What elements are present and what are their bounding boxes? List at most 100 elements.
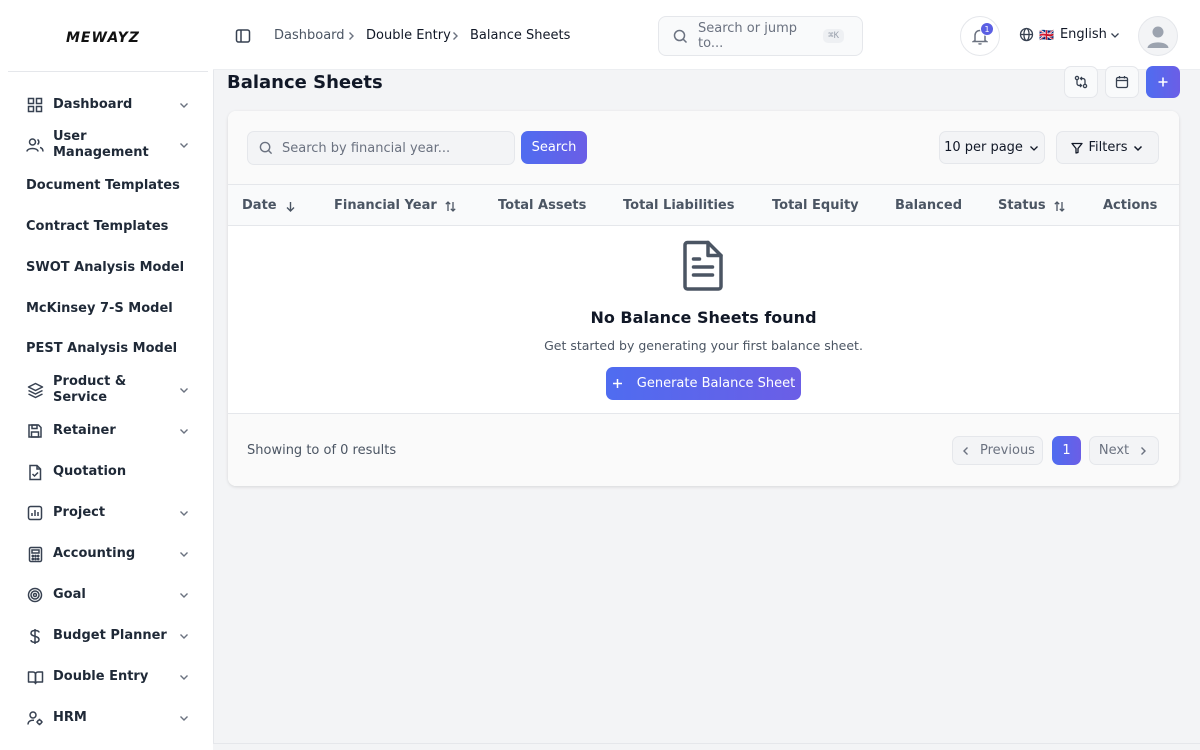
chevron-down-icon bbox=[178, 384, 190, 396]
add-balance-sheet-button[interactable] bbox=[1146, 66, 1180, 98]
sidebar-item-swot-analysis-model[interactable]: SWOT Analysis Model bbox=[26, 260, 190, 276]
sidebar-item-label: Contract Templates bbox=[26, 219, 169, 234]
target-icon bbox=[26, 586, 44, 604]
sidebar-item-goal[interactable]: Goal bbox=[26, 586, 190, 604]
chevron-right-icon bbox=[346, 30, 356, 42]
chevron-left-icon bbox=[960, 445, 972, 457]
compare-button[interactable] bbox=[1064, 66, 1098, 98]
previous-label: Previous bbox=[980, 443, 1035, 458]
sidebar-item-budget-planner[interactable]: Budget Planner bbox=[26, 627, 190, 645]
sidebar-item-label: Goal bbox=[53, 587, 86, 602]
document-icon bbox=[681, 240, 725, 292]
sidebar-item-pest-analysis-model[interactable]: PEST Analysis Model bbox=[26, 341, 190, 357]
filter-icon bbox=[1070, 142, 1083, 154]
file-check-icon bbox=[26, 463, 44, 481]
per-page-select[interactable]: 10 per page bbox=[939, 131, 1045, 164]
language-selector[interactable]: 🇬🇧 English bbox=[1019, 27, 1121, 42]
sidebar-item-label: HRM bbox=[53, 710, 87, 725]
filters-label: Filters bbox=[1088, 140, 1128, 155]
sidebar-item-quotation[interactable]: Quotation bbox=[26, 463, 190, 481]
generate-balance-sheet-label: Generate Balance Sheet bbox=[636, 376, 796, 391]
sidebar-item-product-service[interactable]: Product & Service bbox=[26, 374, 190, 406]
breadcrumb-item-current: Balance Sheets bbox=[470, 28, 571, 43]
sidebar-item-accounting[interactable]: Accounting bbox=[26, 545, 190, 563]
sidebar-item-label: Dashboard bbox=[53, 97, 133, 112]
sidebar-item-project[interactable]: Project bbox=[26, 504, 190, 522]
chevron-right-icon bbox=[1137, 445, 1149, 457]
chevron-down-icon bbox=[178, 671, 190, 683]
save-icon bbox=[26, 422, 44, 440]
column-header-label: Total Liabilities bbox=[623, 198, 735, 213]
global-search[interactable]: Search or jump to... ⌘K bbox=[658, 16, 863, 56]
chevron-down-icon bbox=[1028, 142, 1040, 154]
grid-icon bbox=[26, 96, 44, 114]
sidebar-item-dashboard[interactable]: Dashboard bbox=[26, 96, 190, 114]
column-header-balanced: Balanced bbox=[895, 198, 962, 214]
sidebar-item-label: Project bbox=[53, 505, 106, 520]
sort-icon bbox=[444, 200, 457, 213]
shortcut-hint: ⌘K bbox=[823, 29, 844, 43]
column-header-financial-year[interactable]: Financial Year bbox=[334, 198, 457, 214]
sidebar-item-contract-templates[interactable]: Contract Templates bbox=[26, 219, 190, 235]
sidebar-item-double-entry[interactable]: Double Entry bbox=[26, 668, 190, 686]
language-label: English bbox=[1059, 27, 1107, 42]
table-header: Date Financial Year Total Assets Total L… bbox=[228, 185, 1179, 226]
topbar: Dashboard Double Entry Balance Sheets Se… bbox=[213, 0, 1200, 70]
empty-state-title: No Balance Sheets found bbox=[590, 308, 817, 327]
column-header-status[interactable]: Status bbox=[998, 198, 1066, 214]
search-button[interactable]: Search bbox=[521, 131, 587, 164]
breadcrumb-item-double-entry[interactable]: Double Entry bbox=[366, 28, 451, 44]
card-toolbar: Search 10 per page Filters bbox=[228, 111, 1179, 185]
sidebar-item-user-management[interactable]: User Management bbox=[26, 129, 190, 161]
arrow-down-icon bbox=[284, 200, 297, 213]
column-header-total-equity: Total Equity bbox=[772, 198, 859, 214]
page-title: Balance Sheets bbox=[227, 72, 383, 93]
chevron-down-icon bbox=[178, 589, 190, 601]
generate-balance-sheet-button[interactable]: Generate Balance Sheet bbox=[606, 367, 801, 400]
sidebar-item-label: User Management bbox=[53, 129, 149, 160]
per-page-value: 10 per page bbox=[944, 140, 1023, 155]
user-icon bbox=[1145, 23, 1171, 49]
search-icon bbox=[259, 141, 273, 155]
column-header-date[interactable]: Date bbox=[242, 198, 297, 214]
user-cog-icon bbox=[26, 709, 44, 727]
column-header-label: Actions bbox=[1103, 198, 1158, 213]
chevron-down-icon bbox=[178, 548, 190, 560]
layers-icon bbox=[26, 381, 44, 399]
financial-year-search-input[interactable] bbox=[282, 140, 502, 156]
search-icon bbox=[673, 29, 688, 44]
user-avatar[interactable] bbox=[1138, 16, 1178, 56]
sidebar-item-label: Document Templates bbox=[26, 178, 180, 193]
notifications-button[interactable] bbox=[960, 16, 1000, 56]
dollar-icon bbox=[26, 627, 44, 645]
column-header-actions: Actions bbox=[1103, 198, 1157, 214]
sidebar-item-retainer[interactable]: Retainer bbox=[26, 422, 190, 440]
breadcrumb-item-dashboard[interactable]: Dashboard bbox=[274, 28, 345, 44]
plus-icon bbox=[1157, 76, 1169, 88]
chevron-down-icon bbox=[178, 139, 190, 151]
financial-year-search[interactable] bbox=[247, 131, 515, 165]
calendar-icon bbox=[1115, 75, 1129, 89]
sidebar-divider bbox=[8, 71, 208, 72]
next-page-button[interactable]: Next bbox=[1089, 436, 1159, 465]
calendar-button[interactable] bbox=[1105, 66, 1139, 98]
global-search-placeholder: Search or jump to... bbox=[698, 21, 797, 51]
chevron-down-icon bbox=[178, 99, 190, 111]
sidebar-item-mckinsey-7s-model[interactable]: McKinsey 7-S Model bbox=[26, 301, 190, 317]
book-icon bbox=[26, 668, 44, 686]
sidebar-item-hrm[interactable]: HRM bbox=[26, 709, 190, 727]
brand-logo[interactable]: MEWAYZ bbox=[66, 30, 140, 46]
chevron-down-icon bbox=[178, 425, 190, 437]
sidebar: MEWAYZ Dashboard User Management Documen… bbox=[0, 0, 213, 750]
column-header-total-assets: Total Assets bbox=[498, 198, 586, 214]
column-header-label: Balanced bbox=[895, 198, 962, 213]
sidebar-item-document-templates[interactable]: Document Templates bbox=[26, 178, 190, 194]
sidebar-item-label: Quotation bbox=[53, 464, 127, 479]
chevron-down-icon bbox=[178, 507, 190, 519]
page-button-current[interactable]: 1 bbox=[1052, 436, 1081, 465]
filters-button[interactable]: Filters bbox=[1056, 131, 1159, 164]
sidebar-item-label: Budget Planner bbox=[53, 628, 167, 643]
sidebar-item-label: Accounting bbox=[53, 546, 136, 561]
previous-page-button[interactable]: Previous bbox=[952, 436, 1043, 465]
sidebar-toggle-icon[interactable] bbox=[235, 28, 251, 44]
